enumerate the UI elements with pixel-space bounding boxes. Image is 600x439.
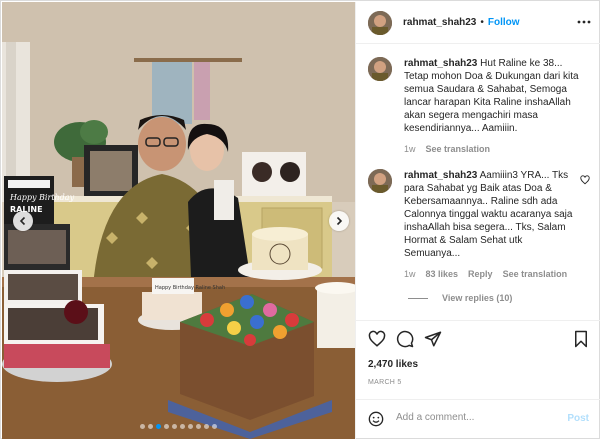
- comment-username[interactable]: rahmat_shah23: [404, 170, 477, 181]
- comment-button[interactable]: [396, 330, 414, 351]
- likes-count[interactable]: 2,470 likes: [368, 359, 418, 370]
- carousel-indicator: [2, 424, 355, 429]
- post-author-username[interactable]: rahmat_shah23: [403, 17, 476, 28]
- avatar[interactable]: [368, 57, 392, 81]
- like-comment-button[interactable]: [580, 173, 590, 188]
- chevron-left-icon: [19, 216, 26, 226]
- like-button[interactable]: [368, 330, 386, 351]
- comment-icon: [396, 330, 414, 348]
- carousel-prev-button[interactable]: [13, 211, 33, 231]
- carousel-dot: [156, 424, 161, 429]
- carousel-dot: [212, 424, 217, 429]
- comment-likes-count[interactable]: 83 likes: [426, 268, 459, 281]
- heart-icon: [580, 175, 590, 185]
- avatar-image: [368, 10, 392, 35]
- comment-input[interactable]: [396, 412, 556, 423]
- comments-list[interactable]: rahmat_shah23 Hut Raline ke 38... Tetap …: [356, 45, 600, 313]
- avatar[interactable]: [368, 169, 392, 193]
- comment-meta: 1w 83 likes Reply See translation: [404, 268, 580, 281]
- comment-body: rahmat_shah23 Aamiiin3 YRA... Tks para S…: [404, 169, 580, 281]
- more-options-button[interactable]: [577, 15, 591, 32]
- avatar-image: [368, 57, 392, 81]
- post-comment-button[interactable]: Post: [567, 413, 589, 424]
- carousel-dot: [148, 424, 153, 429]
- photo-illustration: Happy Birthday RALINE Happy Birthday Ral…: [2, 2, 355, 439]
- avatar[interactable]: [368, 10, 392, 35]
- share-button[interactable]: [424, 330, 442, 351]
- smiley-icon: [368, 411, 384, 427]
- see-translation-button[interactable]: See translation: [503, 268, 568, 281]
- avatar-image: [368, 169, 392, 193]
- add-comment-bar: Post: [356, 399, 600, 439]
- comment-text: Hut Raline ke 38... Tetap mohon Doa & Du…: [404, 58, 579, 134]
- comment-username[interactable]: rahmat_shah23: [404, 58, 477, 69]
- post-header: rahmat_shah23 • Follow: [356, 2, 600, 44]
- bookmark-icon: [575, 330, 587, 348]
- comment-time[interactable]: 1w: [404, 143, 416, 156]
- carousel-dot: [196, 424, 201, 429]
- cake-card-text: Happy Birthday Raline Shah: [155, 285, 225, 291]
- carousel-next-button[interactable]: [329, 211, 349, 231]
- more-horizontal-icon: [577, 20, 591, 24]
- carousel-dot: [140, 424, 145, 429]
- carousel-dot: [188, 424, 193, 429]
- carousel-dot: [180, 424, 185, 429]
- cake-label-happy-birthday: Happy Birthday: [9, 193, 75, 202]
- reply-button[interactable]: Reply: [468, 268, 493, 281]
- post-actions-bar: [356, 320, 600, 360]
- replies-divider: [408, 297, 428, 299]
- view-replies-label: View replies (10): [442, 293, 513, 303]
- emoji-button[interactable]: [368, 411, 384, 430]
- comment-body: rahmat_shah23 Hut Raline ke 38... Tetap …: [404, 57, 580, 156]
- view-replies-button[interactable]: View replies (10): [408, 293, 512, 303]
- comment-time[interactable]: 1w: [404, 268, 416, 281]
- heart-icon: [368, 330, 386, 347]
- send-icon: [424, 331, 442, 347]
- post-date[interactable]: MARCH 5: [368, 379, 402, 386]
- carousel-dot: [204, 424, 209, 429]
- see-translation-button[interactable]: See translation: [426, 143, 491, 156]
- separator-dot: •: [480, 17, 484, 28]
- post-side-panel: rahmat_shah23 • Follow rahmat_shah23 Hut…: [355, 2, 600, 439]
- instagram-post-modal: Happy Birthday RALINE Happy Birthday Ral…: [0, 0, 600, 439]
- chevron-right-icon: [336, 216, 343, 226]
- follow-button[interactable]: Follow: [488, 17, 520, 28]
- post-photo[interactable]: Happy Birthday RALINE Happy Birthday Ral…: [2, 2, 355, 439]
- carousel-dot: [164, 424, 169, 429]
- comment-text: Aamiiin3 YRA... Tks para Sahabat yg Baik…: [404, 170, 573, 259]
- save-button[interactable]: [572, 330, 590, 351]
- comment-meta: 1w See translation: [404, 143, 580, 156]
- carousel-dot: [172, 424, 177, 429]
